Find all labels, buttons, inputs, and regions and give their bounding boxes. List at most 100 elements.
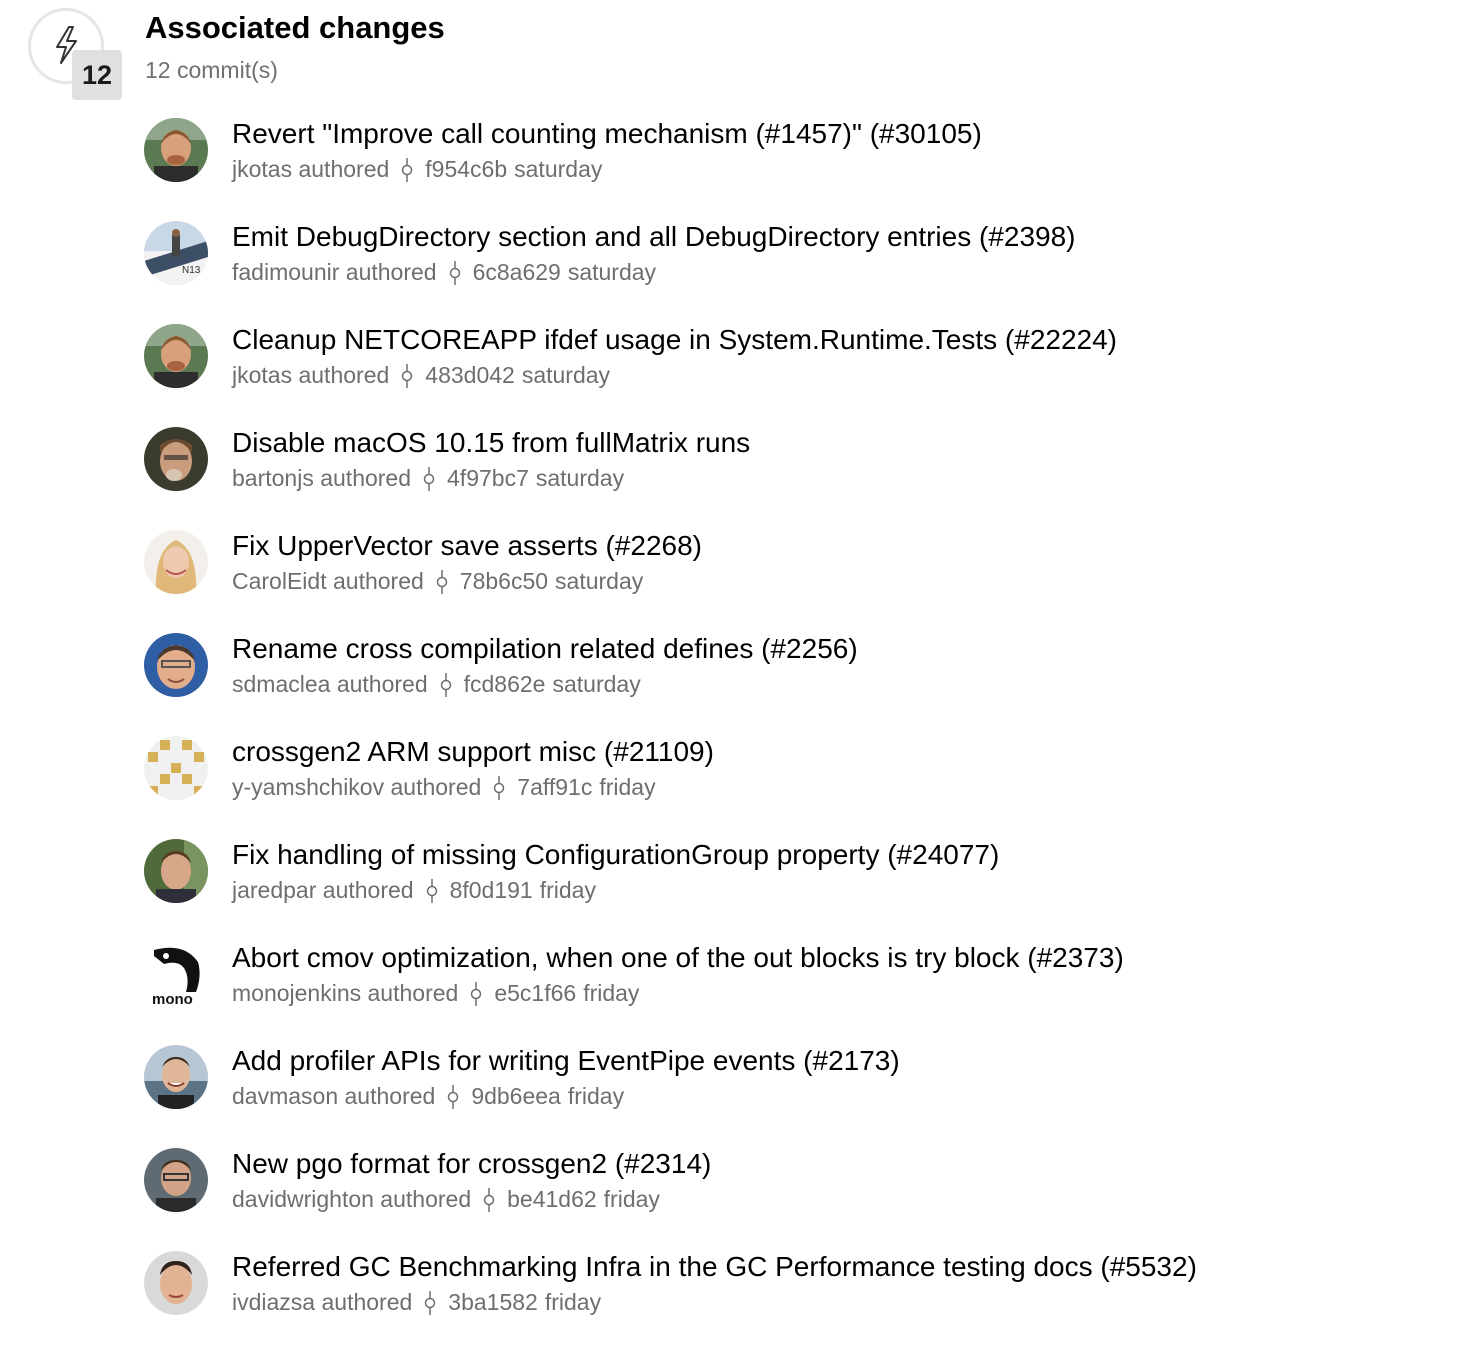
commit-meta: bartonjs authored 4f97bc7 saturday — [232, 465, 624, 492]
commit-title-link[interactable]: Emit DebugDirectory section and all Debu… — [232, 221, 1076, 253]
commit-icon — [424, 1290, 436, 1316]
commit-row[interactable]: New pgo format for crossgen2 (#2314) davi… — [144, 1148, 1324, 1244]
author-avatar[interactable] — [144, 118, 208, 182]
commit-date: friday — [583, 980, 640, 1006]
commit-author[interactable]: y-yamshchikov authored — [232, 774, 481, 801]
commit-icon — [426, 878, 438, 904]
commit-icon — [423, 466, 435, 492]
commit-hash-link[interactable]: be41d62 — [507, 1186, 597, 1213]
section-title: Associated changes — [145, 10, 445, 45]
commit-title-link[interactable]: Revert "Improve call counting mechanism … — [232, 118, 982, 150]
svg-text:mono: mono — [152, 991, 193, 1006]
commit-row[interactable]: Revert "Improve call counting mechanism … — [144, 118, 1324, 214]
commit-hash-link[interactable]: fcd862e — [464, 671, 546, 698]
commit-meta: jkotas authored f954c6b saturday — [232, 156, 602, 183]
commit-author[interactable]: bartonjs authored — [232, 465, 411, 492]
commit-hash-link[interactable]: 7aff91c — [517, 774, 592, 801]
author-avatar[interactable] — [144, 1251, 208, 1315]
commit-author[interactable]: sdmaclea authored — [232, 671, 428, 698]
author-avatar[interactable]: mono — [144, 942, 208, 1006]
svg-text:N13: N13 — [182, 265, 201, 276]
commit-author[interactable]: ivdiazsa authored — [232, 1289, 412, 1316]
commit-icon — [440, 672, 452, 698]
commit-title-link[interactable]: Fix handling of missing ConfigurationGro… — [232, 839, 999, 871]
commit-row[interactable]: Referred GC Benchmarking Infra in the GC… — [144, 1251, 1324, 1347]
commit-count-badge: 12 — [72, 50, 122, 100]
commit-meta: ivdiazsa authored 3ba1582 friday — [232, 1289, 601, 1316]
commit-hash-link[interactable]: 78b6c50 — [460, 568, 548, 595]
commit-date: saturday — [555, 568, 644, 594]
commit-icon — [401, 363, 413, 389]
commit-row[interactable]: N13 Emit DebugDirectory section and all D… — [144, 221, 1324, 317]
author-avatar[interactable] — [144, 839, 208, 903]
author-avatar[interactable] — [144, 633, 208, 697]
commit-date: saturday — [521, 362, 611, 388]
commit-row[interactable]: Add profiler APIs for writing EventPipe … — [144, 1045, 1324, 1141]
author-avatar[interactable] — [144, 736, 208, 800]
commit-meta: davmason authored 9db6eea friday — [232, 1083, 624, 1110]
commit-icon — [493, 775, 505, 801]
commit-author[interactable]: CarolEidt authored — [232, 568, 424, 595]
commit-hash-link[interactable]: 483d042 — [425, 362, 515, 389]
commit-icon — [470, 981, 482, 1007]
commit-meta: CarolEidt authored 78b6c50 saturday — [232, 568, 643, 595]
commit-title-link[interactable]: Abort cmov optimization, when one of the… — [232, 942, 1124, 974]
commit-row[interactable]: Cleanup NETCOREAPP ifdef usage in System… — [144, 324, 1324, 420]
commit-row[interactable]: crossgen2 ARM support misc (#21109) y-yam… — [144, 736, 1324, 832]
commit-count-label: 12 commit(s) — [145, 57, 278, 83]
commit-hash-link[interactable]: 9db6eea — [471, 1083, 561, 1110]
commit-hash-link[interactable]: f954c6b — [425, 156, 507, 183]
commit-date: friday — [539, 877, 596, 903]
commit-icon — [449, 260, 461, 286]
commit-author[interactable]: davidwrighton authored — [232, 1186, 471, 1213]
commit-meta: y-yamshchikov authored 7aff91c friday — [232, 774, 656, 801]
commit-date: saturday — [535, 465, 625, 491]
commit-row[interactable]: mono Abort cmov optimization, when one of… — [144, 942, 1324, 1038]
commit-date: friday — [599, 774, 656, 800]
author-avatar[interactable] — [144, 427, 208, 491]
commit-row[interactable]: Fix handling of missing ConfigurationGro… — [144, 839, 1324, 935]
commit-author[interactable]: jkotas authored — [232, 362, 389, 389]
commit-author[interactable]: jaredpar authored — [232, 877, 414, 904]
commit-hash-link[interactable]: 6c8a629 — [473, 259, 561, 286]
commit-hash-link[interactable]: e5c1f66 — [494, 980, 576, 1007]
commit-author[interactable]: fadimounir authored — [232, 259, 437, 286]
commit-meta: monojenkins authored e5c1f66 friday — [232, 980, 639, 1007]
author-avatar[interactable] — [144, 1045, 208, 1109]
commit-meta: sdmaclea authored fcd862e saturday — [232, 671, 641, 698]
commit-row[interactable]: Disable macOS 10.15 from fullMatrix runs… — [144, 427, 1324, 523]
commit-meta: jaredpar authored 8f0d191 friday — [232, 877, 596, 904]
commit-title-link[interactable]: New pgo format for crossgen2 (#2314) — [232, 1148, 711, 1180]
author-avatar[interactable] — [144, 324, 208, 388]
commit-author[interactable]: jkotas authored — [232, 156, 389, 183]
commit-title-link[interactable]: Fix UpperVector save asserts (#2268) — [232, 530, 702, 562]
commit-title-link[interactable]: Referred GC Benchmarking Infra in the GC… — [232, 1251, 1197, 1283]
commit-row[interactable]: Fix UpperVector save asserts (#2268) Caro… — [144, 530, 1324, 626]
commit-date: saturday — [514, 156, 603, 182]
author-avatar[interactable] — [144, 1148, 208, 1212]
commit-icon — [436, 569, 448, 595]
commit-author[interactable]: monojenkins authored — [232, 980, 458, 1007]
commit-hash-link[interactable]: 8f0d191 — [450, 877, 533, 904]
commit-date: saturday — [567, 259, 657, 285]
commit-title-link[interactable]: Disable macOS 10.15 from fullMatrix runs — [232, 427, 750, 459]
commit-date: friday — [603, 1186, 660, 1212]
commit-title-link[interactable]: Cleanup NETCOREAPP ifdef usage in System… — [232, 324, 1117, 356]
author-avatar[interactable]: N13 — [144, 221, 208, 285]
commit-title-link[interactable]: Rename cross compilation related defines… — [232, 633, 858, 665]
commit-title-link[interactable]: Add profiler APIs for writing EventPipe … — [232, 1045, 900, 1077]
commit-meta: fadimounir authored 6c8a629 saturday — [232, 259, 656, 286]
commit-icon — [483, 1187, 495, 1213]
commit-row[interactable]: Rename cross compilation related defines… — [144, 633, 1324, 729]
commit-hash-link[interactable]: 3ba1582 — [448, 1289, 538, 1316]
commit-meta: davidwrighton authored be41d62 friday — [232, 1186, 660, 1213]
commit-date: saturday — [552, 671, 641, 697]
author-avatar[interactable] — [144, 530, 208, 594]
commit-author[interactable]: davmason authored — [232, 1083, 435, 1110]
commit-hash-link[interactable]: 4f97bc7 — [447, 465, 529, 492]
commit-meta: jkotas authored 483d042 saturday — [232, 362, 610, 389]
commit-title-link[interactable]: crossgen2 ARM support misc (#21109) — [232, 736, 714, 768]
commit-date: friday — [544, 1289, 602, 1315]
commit-date: friday — [567, 1083, 625, 1109]
commit-icon — [447, 1084, 459, 1110]
